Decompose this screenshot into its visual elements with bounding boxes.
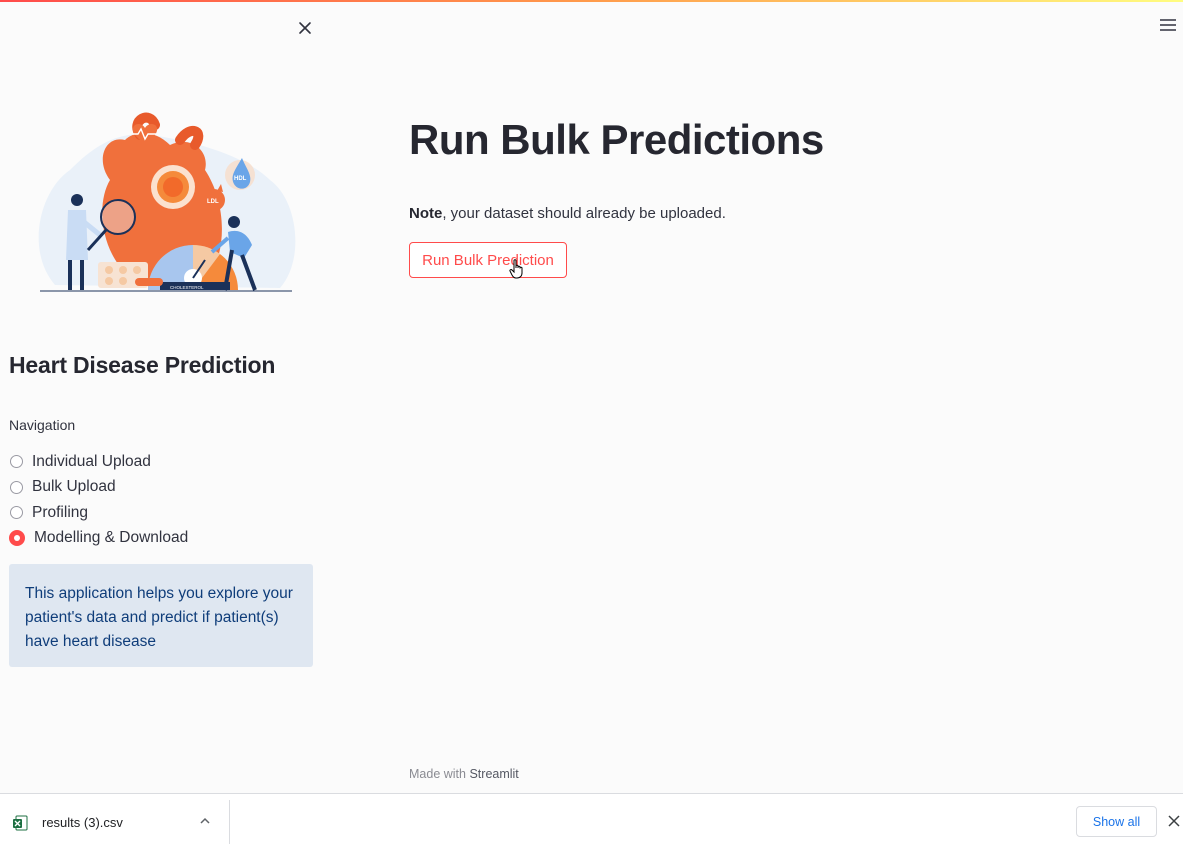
download-bar: results (3).csv Show all (0, 793, 1183, 849)
download-filename[interactable]: results (3).csv (42, 815, 123, 830)
sidebar: HDL LDL CHOLESTEROL Heart Disease Predic… (0, 2, 330, 793)
chevron-up-icon[interactable] (199, 816, 211, 826)
navigation-label: Navigation (9, 417, 76, 433)
close-sidebar-icon[interactable] (296, 19, 314, 37)
download-divider (229, 800, 230, 844)
radio-unchecked-icon (10, 506, 23, 520)
nav-option-label: Individual Upload (32, 452, 151, 470)
nav-option-label: Bulk Upload (32, 478, 116, 496)
page-title: Run Bulk Predictions (409, 116, 824, 163)
navigation-radio-group: Individual Upload Bulk Upload Profiling … (9, 449, 189, 552)
footer-prefix: Made with (409, 767, 466, 781)
hand-cursor-icon (509, 259, 523, 279)
nav-option-bulk-upload[interactable]: Bulk Upload (10, 475, 188, 501)
dataset-note: Note, your dataset should already be upl… (409, 205, 726, 222)
hdl-label: HDL (234, 176, 247, 182)
show-all-button[interactable]: Show all (1076, 806, 1157, 837)
main-menu-icon[interactable] (1159, 18, 1177, 32)
cholesterol-label: CHOLESTEROL (170, 285, 204, 290)
streamlit-link[interactable]: Streamlit (469, 767, 518, 781)
note-bold-label: Note (409, 205, 443, 222)
nav-option-profiling[interactable]: Profiling (10, 500, 188, 526)
nav-option-individual-upload[interactable]: Individual Upload (10, 449, 188, 475)
csv-file-icon (13, 815, 28, 831)
app-title: Heart Disease Prediction (9, 352, 276, 378)
radio-unchecked-icon (10, 455, 23, 469)
run-bulk-prediction-button[interactable]: Run Bulk Prediction (409, 242, 567, 278)
heart-illustration: HDL LDL CHOLESTEROL (38, 112, 296, 292)
footer: Made with Streamlit (409, 767, 519, 781)
ldl-label: LDL (207, 199, 219, 205)
info-box: This application helps you explore your … (9, 564, 313, 667)
nav-option-label: Profiling (32, 503, 88, 521)
nav-option-label: Modelling & Download (34, 529, 189, 547)
radio-unchecked-icon (10, 480, 23, 494)
close-download-bar-icon[interactable] (1168, 815, 1180, 827)
note-text: , your dataset should already be uploade… (442, 205, 726, 222)
nav-option-modelling-download[interactable]: Modelling & Download (9, 526, 189, 552)
radio-checked-icon (9, 530, 25, 547)
